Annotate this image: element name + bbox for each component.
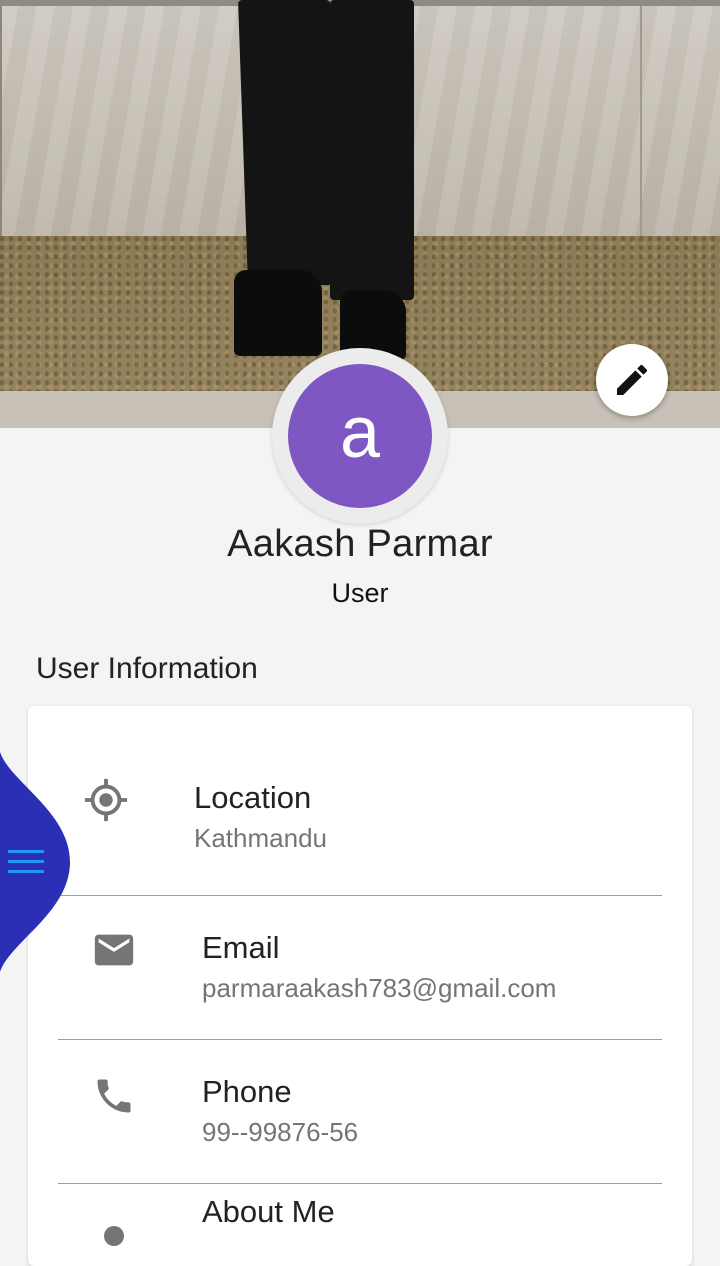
phone-label: Phone [202,1074,292,1109]
divider [58,1039,662,1040]
profile-name: Aakash Parmar [227,523,493,565]
menu-icon[interactable] [4,847,48,877]
info-row-email[interactable]: Email parmaraakash783@gmail.com [28,916,692,1040]
phone-icon [90,1072,138,1120]
edit-profile-button[interactable] [596,344,668,416]
avatar-ring: a [272,348,448,524]
person-icon [98,1220,130,1252]
avatar-initial: a [339,393,381,473]
location-value: Kathmandu [194,823,327,853]
profile-role: User [331,578,389,608]
divider [58,1183,662,1184]
avatar[interactable]: a [288,364,432,508]
user-info-card: Location Kathmandu Email parmaraakash783… [28,706,692,1266]
drawer-tab[interactable] [0,752,72,972]
location-label: Location [194,780,312,815]
email-value: parmaraakash783@gmail.com [202,973,557,1003]
info-row-about[interactable]: About Me [28,1186,692,1266]
divider [58,895,662,896]
mail-icon [90,928,138,972]
info-row-phone[interactable]: Phone 99--99876-56 [28,1060,692,1184]
pencil-icon [617,364,648,395]
email-label: Email [202,930,280,965]
about-label: About Me [202,1194,335,1229]
target-location-icon [82,776,130,824]
info-row-location[interactable]: Location Kathmandu [28,766,692,896]
phone-value: 99--99876-56 [202,1117,359,1147]
section-title: User Information [36,652,258,685]
